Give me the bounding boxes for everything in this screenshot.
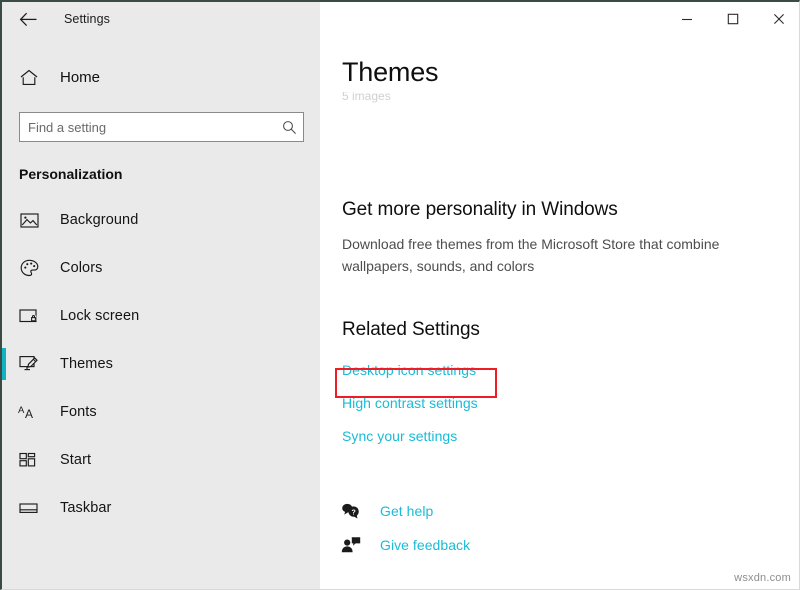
content-pane: Themes 5 images Get more personality in … — [320, 36, 799, 589]
promo-description: Download free themes from the Microsoft … — [342, 233, 754, 277]
app-title: Settings — [64, 12, 110, 26]
search-box[interactable] — [19, 112, 304, 142]
maximize-button[interactable] — [710, 2, 756, 35]
svg-text:A: A — [25, 407, 33, 421]
page-title: Themes — [342, 57, 799, 88]
selection-accent-bar — [2, 492, 6, 524]
close-icon — [773, 13, 785, 25]
image-icon — [18, 212, 40, 229]
settings-window: Settings — [0, 0, 800, 590]
sidebar-item-themes-label: Themes — [60, 356, 113, 372]
sidebar-item-fonts-label: Fonts — [60, 404, 97, 420]
selection-accent-bar — [2, 204, 6, 236]
link-high-contrast-settings[interactable]: High contrast settings — [342, 395, 478, 411]
search-input[interactable] — [20, 114, 275, 140]
link-give-feedback[interactable]: Give feedback — [380, 537, 470, 553]
feedback-person-icon — [338, 536, 364, 554]
related-link-row: Sync your settings — [320, 419, 799, 452]
help-section: ? Get help Give feedback — [320, 494, 799, 562]
sidebar-item-lock-screen-label: Lock screen — [60, 308, 139, 324]
start-icon — [18, 452, 40, 468]
maximize-icon — [727, 13, 739, 25]
get-help-row[interactable]: ? Get help — [320, 494, 799, 528]
related-settings-section: Related Settings Desktop icon settings H… — [320, 319, 799, 452]
sidebar: Home Personalization — [2, 36, 320, 589]
sidebar-item-lock-screen[interactable]: Lock screen — [2, 292, 320, 340]
palette-icon — [18, 259, 40, 277]
taskbar-icon — [18, 501, 40, 515]
link-get-help[interactable]: Get help — [380, 503, 433, 519]
sidebar-item-fonts[interactable]: A A Fonts — [2, 388, 320, 436]
themes-icon — [18, 355, 40, 373]
link-sync-your-settings[interactable]: Sync your settings — [342, 428, 457, 444]
title-bar: Settings — [2, 2, 800, 36]
search-icon[interactable] — [275, 113, 303, 141]
sidebar-item-home-label: Home — [60, 69, 100, 86]
svg-text:A: A — [18, 405, 25, 416]
fonts-icon: A A — [18, 404, 40, 421]
promo-section: Get more personality in Windows Download… — [320, 199, 799, 277]
svg-text:?: ? — [351, 509, 355, 516]
sidebar-item-taskbar-label: Taskbar — [60, 500, 111, 516]
content-scrollbar[interactable] — [794, 36, 799, 589]
back-button[interactable] — [6, 3, 50, 35]
selection-accent-bar — [2, 396, 6, 428]
sidebar-item-start[interactable]: Start — [2, 436, 320, 484]
title-bar-left: Settings — [2, 2, 320, 36]
sidebar-item-background[interactable]: Background — [2, 196, 320, 244]
promo-heading: Get more personality in Windows — [342, 199, 799, 221]
sidebar-item-colors[interactable]: Colors — [2, 244, 320, 292]
related-settings-links: Desktop icon settings High contrast sett… — [320, 353, 799, 452]
selection-accent-bar — [2, 348, 6, 380]
selection-accent-bar — [2, 300, 6, 332]
sidebar-nav-list: Background Colors — [2, 196, 320, 532]
sidebar-item-start-label: Start — [60, 452, 91, 468]
minimize-icon — [681, 13, 693, 25]
back-arrow-icon — [19, 12, 38, 27]
lock-screen-icon — [18, 308, 40, 324]
link-desktop-icon-settings[interactable]: Desktop icon settings — [342, 362, 476, 378]
selection-accent-bar — [2, 444, 6, 476]
give-feedback-row[interactable]: Give feedback — [320, 528, 799, 562]
selection-accent-bar — [2, 252, 6, 284]
watermark: wsxdn.com — [734, 572, 791, 584]
sidebar-item-taskbar[interactable]: Taskbar — [2, 484, 320, 532]
home-icon — [18, 69, 40, 86]
sidebar-section-title: Personalization — [19, 166, 320, 182]
related-settings-heading: Related Settings — [342, 319, 799, 341]
help-bubble-icon: ? — [338, 502, 364, 520]
sidebar-item-themes[interactable]: Themes — [2, 340, 320, 388]
related-link-row: High contrast settings — [320, 386, 799, 419]
minimize-button[interactable] — [664, 2, 710, 35]
sidebar-item-home[interactable]: Home — [2, 60, 320, 94]
sidebar-item-colors-label: Colors — [60, 260, 103, 276]
scrolled-partial-text: 5 images — [342, 92, 799, 104]
sidebar-item-background-label: Background — [60, 212, 138, 228]
window-controls — [664, 2, 800, 35]
related-link-row: Desktop icon settings — [320, 353, 799, 386]
close-button[interactable] — [756, 2, 800, 35]
